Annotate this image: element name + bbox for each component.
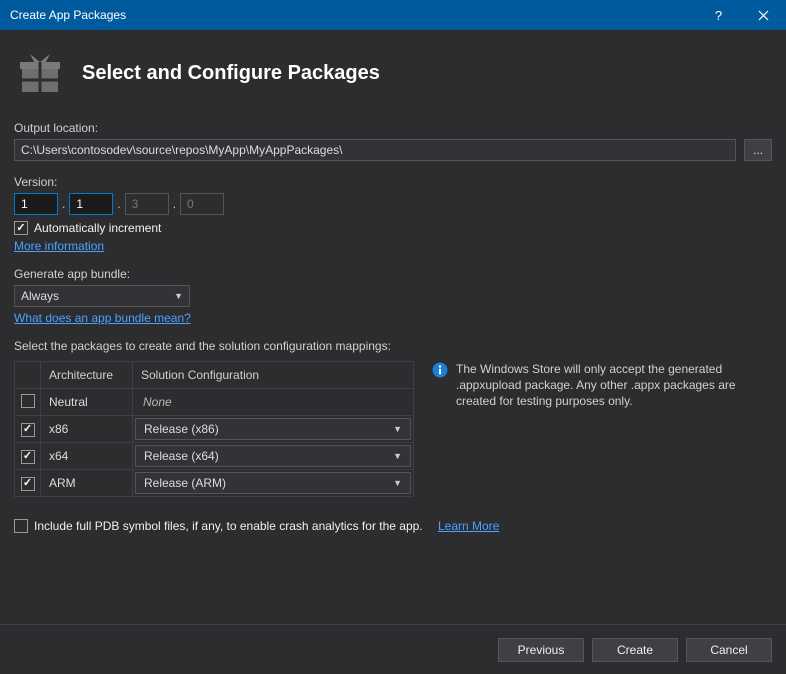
include-pdb-label: Include full PDB symbol files, if any, t… <box>34 519 423 533</box>
package-checkbox-arm[interactable] <box>21 477 35 491</box>
output-location-label: Output location: <box>14 121 772 135</box>
table-row: x64 Release (x64) ▼ <box>15 443 414 470</box>
table-row: NeutralNone <box>15 389 414 416</box>
info-icon <box>432 362 448 378</box>
create-button[interactable]: Create <box>592 638 678 662</box>
bundle-help-link[interactable]: What does an app bundle mean? <box>14 311 191 325</box>
arch-cell: Neutral <box>41 389 133 416</box>
arch-cell: x86 <box>41 416 133 443</box>
auto-increment-label: Automatically increment <box>34 221 161 235</box>
arch-cell: ARM <box>41 470 133 497</box>
config-none: None <box>135 395 172 409</box>
output-location-input[interactable] <box>14 139 736 161</box>
config-combo-value: Release (x64) <box>144 449 219 463</box>
config-combo-value: Release (x86) <box>144 422 219 436</box>
wizard-footer: Previous Create Cancel <box>0 624 786 674</box>
table-row: x86 Release (x86) ▼ <box>15 416 414 443</box>
config-combo-value: Release (ARM) <box>144 476 226 490</box>
page-title: Select and Configure Packages <box>82 62 380 85</box>
col-arch: Architecture <box>41 362 133 389</box>
version-label: Version: <box>14 175 772 189</box>
config-combo-x86[interactable]: Release (x86) ▼ <box>135 418 411 440</box>
close-icon <box>758 10 769 21</box>
version-minor-input[interactable] <box>69 193 113 215</box>
store-info-text: The Windows Store will only accept the g… <box>456 361 772 410</box>
store-info: The Windows Store will only accept the g… <box>432 361 772 410</box>
col-check <box>15 362 41 389</box>
packages-prompt: Select the packages to create and the so… <box>14 339 772 353</box>
bundle-combo[interactable]: Always ▼ <box>14 285 190 307</box>
package-icon <box>16 48 64 99</box>
packages-table: Architecture Solution Configuration Neut… <box>14 361 414 497</box>
wizard-header: Select and Configure Packages <box>0 30 786 121</box>
arch-cell: x64 <box>41 443 133 470</box>
titlebar: Create App Packages ? <box>0 0 786 30</box>
browse-button[interactable]: ... <box>744 139 772 161</box>
chevron-down-icon: ▼ <box>393 478 402 488</box>
version-build-input <box>125 193 169 215</box>
package-checkbox-x64[interactable] <box>21 450 35 464</box>
config-combo-arm[interactable]: Release (ARM) ▼ <box>135 472 411 494</box>
pdb-learn-more-link[interactable]: Learn More <box>438 519 499 533</box>
window-title: Create App Packages <box>10 8 696 22</box>
previous-button[interactable]: Previous <box>498 638 584 662</box>
chevron-down-icon: ▼ <box>393 424 402 434</box>
close-button[interactable] <box>741 0 786 30</box>
help-button[interactable]: ? <box>696 0 741 30</box>
version-revision-input <box>180 193 224 215</box>
config-combo-x64[interactable]: Release (x64) ▼ <box>135 445 411 467</box>
auto-increment-checkbox[interactable] <box>14 221 28 235</box>
include-pdb-checkbox[interactable] <box>14 519 28 533</box>
chevron-down-icon: ▼ <box>393 451 402 461</box>
cancel-button[interactable]: Cancel <box>686 638 772 662</box>
col-conf: Solution Configuration <box>133 362 414 389</box>
bundle-label: Generate app bundle: <box>14 267 772 281</box>
more-information-link[interactable]: More information <box>14 239 104 253</box>
bundle-combo-value: Always <box>21 289 59 303</box>
package-checkbox-neutral[interactable] <box>21 394 35 408</box>
version-major-input[interactable] <box>14 193 58 215</box>
table-row: ARM Release (ARM) ▼ <box>15 470 414 497</box>
package-checkbox-x86[interactable] <box>21 423 35 437</box>
chevron-down-icon: ▼ <box>174 291 183 301</box>
